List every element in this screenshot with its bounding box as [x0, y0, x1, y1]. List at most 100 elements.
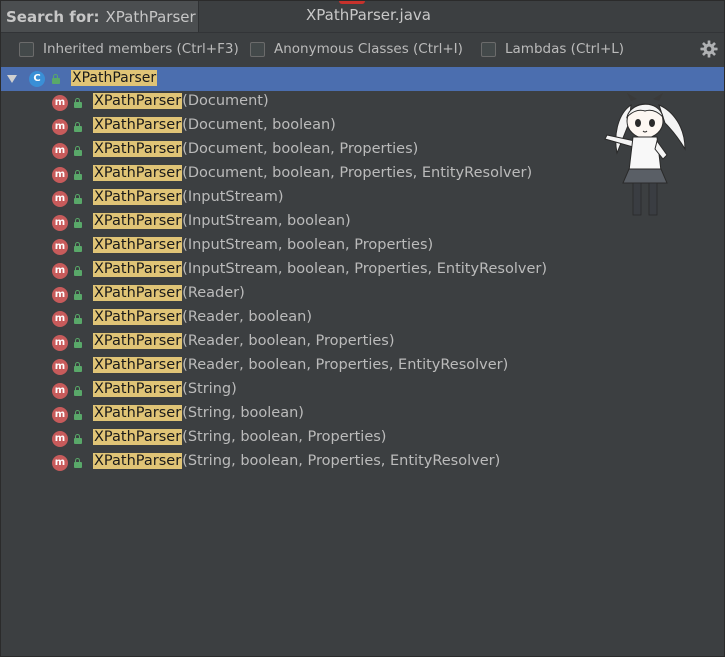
method-icon: m	[52, 167, 68, 183]
public-lock-icon	[74, 242, 83, 252]
method-icon: m	[52, 215, 68, 231]
method-signature: XPathParser(Reader, boolean)	[93, 309, 312, 325]
public-lock-icon	[74, 434, 83, 444]
method-name-match: XPathParser	[93, 237, 183, 253]
method-signature: XPathParser(InputStream)	[93, 189, 284, 205]
method-name-match: XPathParser	[93, 165, 183, 181]
method-params: (Reader, boolean)	[182, 309, 312, 325]
search-label: Search for:	[6, 7, 100, 26]
method-name-match: XPathParser	[93, 405, 183, 421]
method-params: (Reader)	[182, 285, 245, 301]
method-params: (InputStream, boolean)	[182, 213, 351, 229]
method-params: (String, boolean, Properties)	[182, 429, 387, 445]
search-query[interactable]: XPathParser	[106, 8, 196, 26]
anime-mascot-image	[604, 93, 686, 216]
method-name-match: XPathParser	[93, 381, 183, 397]
method-signature: XPathParser(InputStream, boolean)	[93, 213, 351, 229]
gear-icon[interactable]	[700, 40, 718, 58]
method-signature: XPathParser(Reader)	[93, 285, 245, 301]
method-signature: XPathParser(Document, boolean, Propertie…	[93, 165, 532, 181]
method-row[interactable]: m XPathParser(String)	[1, 379, 724, 403]
file-title: XPathParser.java	[306, 6, 431, 24]
popup-title-bar: Search for: XPathParser XPathParser.java	[1, 1, 724, 32]
options-bar: Inherited members (Ctrl+F3) Anonymous Cl…	[1, 32, 724, 67]
anonymous-classes-label: Anonymous Classes (Ctrl+I)	[274, 41, 463, 57]
search-field[interactable]: Search for: XPathParser	[1, 1, 199, 32]
method-icon: m	[52, 191, 68, 207]
method-icon: m	[52, 287, 68, 303]
method-name-match: XPathParser	[93, 453, 183, 469]
method-signature: XPathParser(Document, boolean, Propertie…	[93, 141, 418, 157]
method-signature: XPathParser(String, boolean, Properties,…	[93, 453, 500, 469]
method-params: (Document, boolean, Properties, EntityRe…	[182, 165, 533, 181]
method-signature: XPathParser(Document, boolean)	[93, 117, 336, 133]
file-structure-popup: Search for: XPathParser XPathParser.java…	[0, 0, 725, 657]
method-params: (InputStream, boolean, Properties, Entit…	[182, 261, 547, 277]
public-lock-icon	[74, 290, 83, 300]
option-inherited-members[interactable]: Inherited members (Ctrl+F3)	[19, 41, 239, 57]
error-marker	[339, 1, 365, 4]
expand-triangle-icon[interactable]	[7, 75, 17, 83]
method-name-match: XPathParser	[93, 261, 183, 277]
method-signature: XPathParser(InputStream, boolean, Proper…	[93, 237, 433, 253]
method-name-match: XPathParser	[93, 357, 183, 373]
method-icon: m	[52, 119, 68, 135]
class-icon: C	[29, 71, 45, 87]
method-row[interactable]: m XPathParser(Reader, boolean, Properties…	[1, 331, 724, 355]
method-row[interactable]: m XPathParser(Reader, boolean, Properties…	[1, 355, 724, 379]
public-lock-icon	[74, 122, 83, 132]
method-name-match: XPathParser	[93, 213, 183, 229]
method-params: (String, boolean, Properties, EntityReso…	[182, 453, 501, 469]
method-signature: XPathParser(String, boolean)	[93, 405, 304, 421]
method-signature: XPathParser(String)	[93, 381, 237, 397]
method-row[interactable]: m XPathParser(Reader, boolean)	[1, 307, 724, 331]
lambdas-checkbox[interactable]	[481, 41, 496, 57]
public-lock-icon	[74, 362, 83, 372]
option-anonymous-classes[interactable]: Anonymous Classes (Ctrl+I)	[250, 41, 463, 57]
method-icon: m	[52, 359, 68, 375]
method-icon: m	[52, 407, 68, 423]
method-name-match: XPathParser	[93, 285, 183, 301]
public-lock-icon	[74, 146, 83, 156]
method-row[interactable]: m XPathParser(String, boolean)	[1, 403, 724, 427]
method-params: (Reader, boolean, Properties, EntityReso…	[182, 357, 509, 373]
method-icon: m	[52, 455, 68, 471]
inherited-members-label: Inherited members (Ctrl+F3)	[43, 41, 239, 57]
anonymous-classes-checkbox[interactable]	[250, 41, 265, 57]
method-row[interactable]: m XPathParser(String, boolean, Properties…	[1, 427, 724, 451]
public-lock-icon	[74, 386, 83, 396]
method-icon: m	[52, 95, 68, 111]
method-name-match: XPathParser	[93, 333, 183, 349]
method-signature: XPathParser(Document)	[93, 93, 269, 109]
tree-root-class[interactable]: C XPathParser	[1, 67, 724, 91]
public-lock-icon	[74, 458, 83, 468]
method-icon: m	[52, 239, 68, 255]
method-name-match: XPathParser	[93, 309, 183, 325]
method-signature: XPathParser(InputStream, boolean, Proper…	[93, 261, 547, 277]
method-row[interactable]: m XPathParser(InputStream, boolean, Prope…	[1, 235, 724, 259]
option-lambdas[interactable]: Lambdas (Ctrl+L)	[481, 41, 624, 57]
method-row[interactable]: m XPathParser(Reader)	[1, 283, 724, 307]
method-name-match: XPathParser	[93, 93, 183, 109]
method-signature: XPathParser(Reader, boolean, Properties,…	[93, 357, 508, 373]
inherited-members-checkbox[interactable]	[19, 41, 34, 57]
public-lock-icon	[74, 194, 83, 204]
method-name-match: XPathParser	[93, 189, 183, 205]
root-class-name: XPathParser	[71, 70, 158, 86]
public-lock-icon	[52, 74, 61, 84]
method-row[interactable]: m XPathParser(String, boolean, Properties…	[1, 451, 724, 475]
public-lock-icon	[74, 170, 83, 180]
method-name-match: XPathParser	[93, 117, 183, 133]
method-params: (Reader, boolean, Properties)	[182, 333, 395, 349]
method-params: (InputStream)	[182, 189, 284, 205]
method-row[interactable]: m XPathParser(InputStream, boolean, Prope…	[1, 259, 724, 283]
method-params: (Document)	[182, 93, 269, 109]
method-params: (InputStream, boolean, Properties)	[182, 237, 434, 253]
method-icon: m	[52, 263, 68, 279]
public-lock-icon	[74, 338, 83, 348]
method-signature: XPathParser(String, boolean, Properties)	[93, 429, 386, 445]
method-icon: m	[52, 335, 68, 351]
lambdas-label: Lambdas (Ctrl+L)	[505, 41, 625, 57]
method-params: (String, boolean)	[182, 405, 304, 421]
method-icon: m	[52, 143, 68, 159]
